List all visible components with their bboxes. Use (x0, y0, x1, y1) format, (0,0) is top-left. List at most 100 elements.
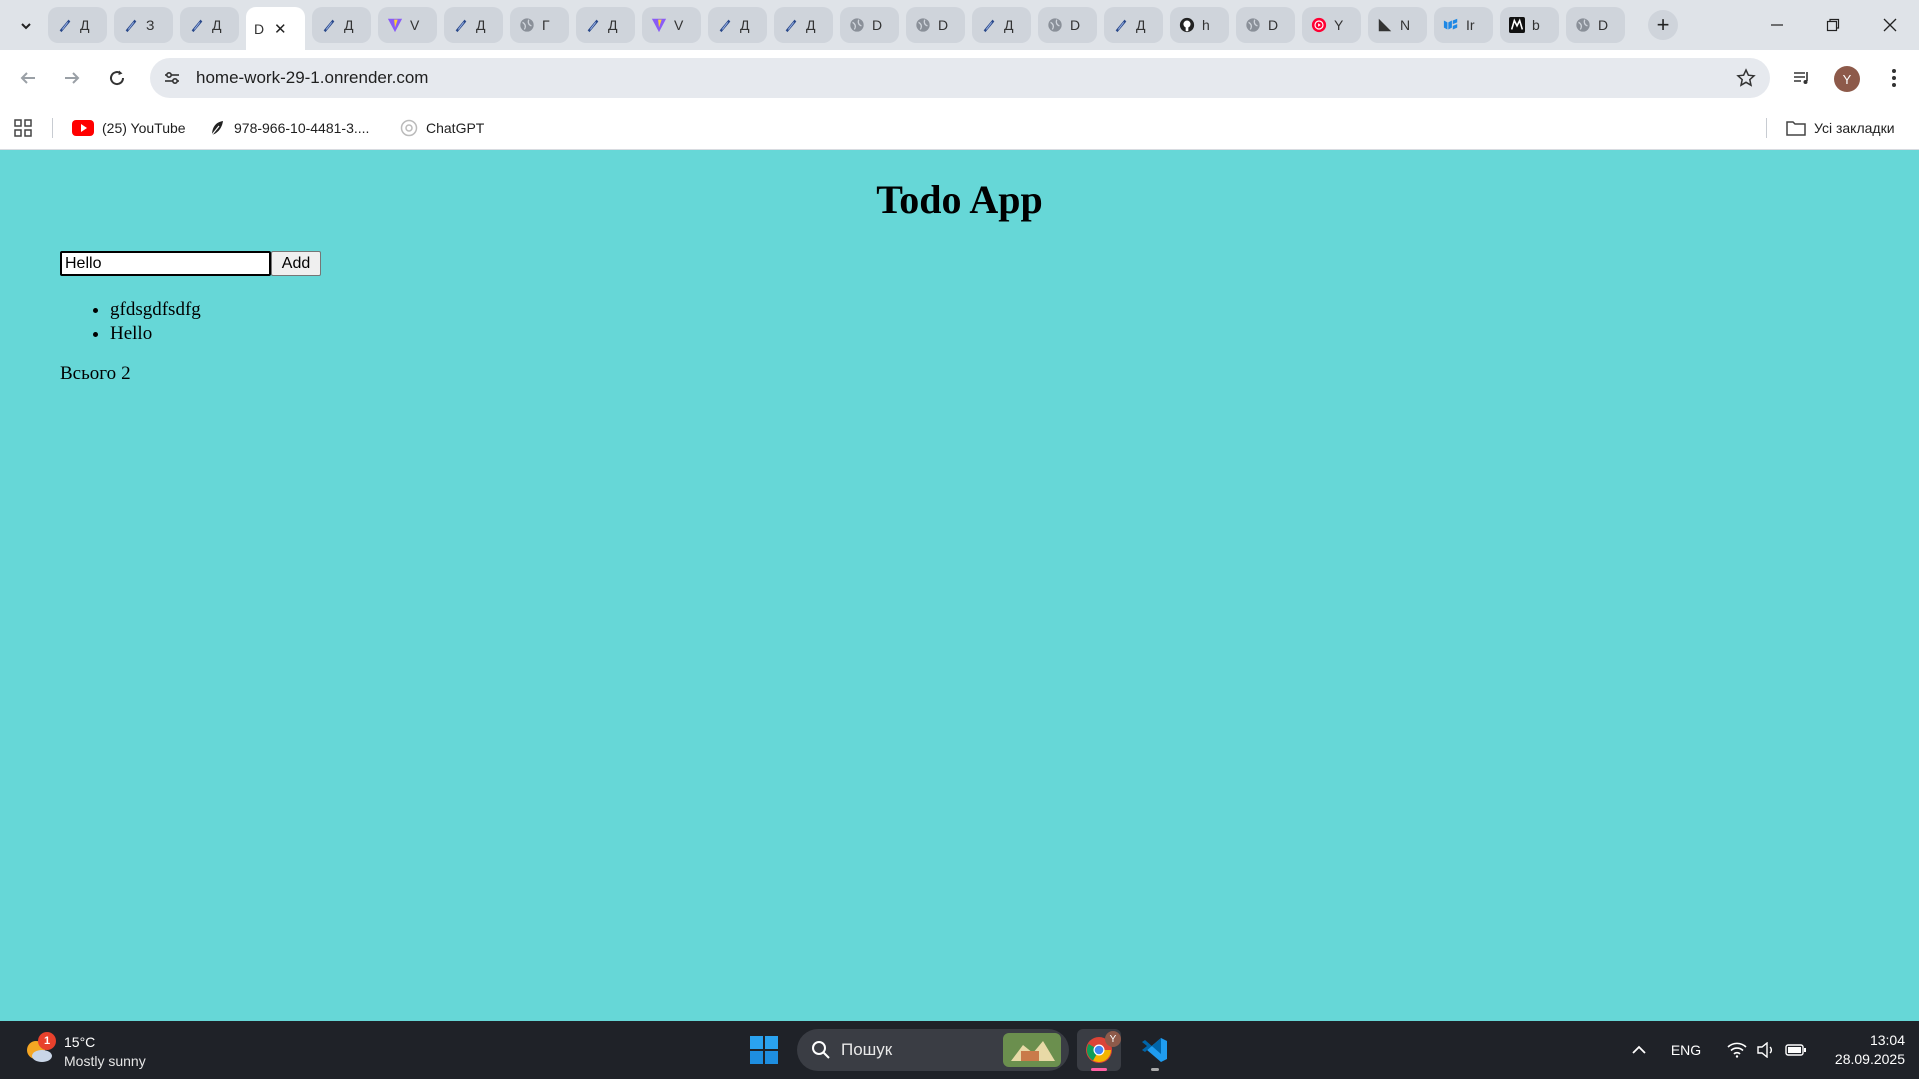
tab-title: Д (344, 17, 354, 33)
vite-icon (386, 16, 404, 34)
system-clock[interactable]: 13:04 28.09.2025 (1815, 1031, 1905, 1069)
restore-button[interactable] (1805, 0, 1861, 50)
close-tab-icon[interactable]: ✕ (274, 20, 287, 38)
browser-tab[interactable]: Д (48, 7, 107, 43)
tab-title: Д (806, 17, 816, 33)
chevron-up-icon (1632, 1045, 1646, 1054)
browser-tab[interactable]: D ✕ (246, 7, 305, 50)
browser-tab[interactable]: D (840, 7, 899, 43)
vscode-icon (1142, 1038, 1167, 1062)
close-icon (1883, 18, 1897, 32)
bookmark-book[interactable]: 978-966-10-4481-3.... (208, 116, 369, 140)
mui-icon (1442, 16, 1460, 34)
browser-tab[interactable]: N (1368, 7, 1427, 43)
tab-title: Д (608, 17, 618, 33)
browser-tab[interactable]: V (378, 7, 437, 43)
bookmark-label: ChatGPT (426, 120, 485, 136)
back-button[interactable] (12, 62, 44, 94)
windows-taskbar: 1 15°C Mostly sunny Пошук Y ENG 13:04 28… (0, 1021, 1919, 1079)
globe-icon (1046, 16, 1064, 34)
feather-icon (716, 16, 734, 34)
bookmark-star-button[interactable] (1734, 66, 1758, 90)
chrome-menu-button[interactable] (1878, 62, 1910, 94)
profile-avatar[interactable]: Y (1834, 66, 1860, 92)
start-button[interactable] (742, 1029, 786, 1071)
tune-icon (165, 71, 179, 85)
bookmark-chatgpt[interactable]: ChatGPT (400, 116, 484, 140)
browser-tab[interactable]: Д (312, 7, 371, 43)
tab-title: Д (1004, 17, 1014, 33)
arrow-right-icon (65, 72, 80, 84)
chevron-down-icon (21, 23, 31, 30)
browser-tab[interactable]: Д (180, 7, 239, 43)
browser-tab[interactable]: Д (576, 7, 635, 43)
browser-tab[interactable]: Д (774, 7, 833, 43)
tab-title: V (410, 17, 420, 33)
all-bookmarks-button[interactable]: Усі закладки (1786, 116, 1895, 140)
taskbar-vscode[interactable] (1133, 1029, 1177, 1071)
browser-tab[interactable]: D (906, 7, 965, 43)
globe-icon (1574, 16, 1592, 34)
browser-tab[interactable]: Д (1104, 7, 1163, 43)
browser-tab[interactable]: Ir (1434, 7, 1493, 43)
tab-title: Д (476, 17, 486, 33)
globe-icon (848, 16, 866, 34)
search-icon (812, 1041, 830, 1059)
feather-icon (584, 16, 602, 34)
browser-tab[interactable]: Д (708, 7, 767, 43)
address-bar[interactable]: home-work-29-1.onrender.com (150, 58, 1770, 98)
tab-title: Д (212, 17, 222, 33)
browser-tab[interactable]: h (1170, 7, 1229, 43)
tab-title: Д (740, 17, 750, 33)
tab-title: b (1532, 17, 1540, 33)
browser-tab[interactable]: V (642, 7, 701, 43)
browser-tab[interactable]: D (1038, 7, 1097, 43)
browser-tab[interactable]: b (1500, 7, 1559, 43)
youtube-icon (72, 120, 94, 136)
feather-icon (188, 16, 206, 34)
page-viewport: Todo App Add gfdsgdfsdfg Hello Всього2 (0, 150, 1919, 1021)
apps-button[interactable] (14, 116, 32, 140)
weather-badge: 1 (38, 1032, 56, 1050)
bookmark-youtube[interactable]: (25) YouTube (72, 116, 186, 140)
bookmark-label: (25) YouTube (102, 120, 186, 136)
bookmarks-bar: (25) YouTube 978-966-10-4481-3.... ChatG… (0, 106, 1919, 150)
new-tab-button[interactable]: + (1648, 10, 1678, 40)
todo-total: Всього 2 (60, 363, 131, 385)
system-tray-status[interactable] (1722, 1035, 1812, 1065)
browser-tab[interactable]: Д (444, 7, 503, 43)
tab-title: h (1202, 17, 1210, 33)
browser-tab[interactable]: D (1236, 7, 1295, 43)
reload-button[interactable] (101, 62, 133, 94)
todo-input[interactable] (60, 251, 271, 276)
weather-condition: Mostly sunny (64, 1053, 146, 1069)
site-info-button[interactable] (158, 64, 186, 92)
total-count: 2 (121, 363, 131, 384)
feather-icon (980, 16, 998, 34)
total-label: Всього (60, 363, 117, 384)
tab-title: D (1070, 17, 1081, 33)
search-highlight-icon (1003, 1033, 1061, 1067)
browser-tab[interactable]: Y (1302, 7, 1361, 43)
browser-tab[interactable]: Г (510, 7, 569, 43)
browser-tab[interactable]: D (1566, 7, 1625, 43)
minimize-button[interactable] (1749, 0, 1805, 50)
language-indicator[interactable]: ENG (1664, 1035, 1708, 1065)
url-text[interactable]: home-work-29-1.onrender.com (196, 68, 428, 88)
show-hidden-icons-button[interactable] (1626, 1035, 1652, 1065)
m-logo-icon (1508, 16, 1526, 34)
youtube-music-icon (1310, 16, 1328, 34)
add-button[interactable]: Add (271, 251, 321, 276)
taskbar-search[interactable]: Пошук (797, 1029, 1069, 1071)
taskbar-chrome[interactable]: Y (1077, 1029, 1121, 1071)
forward-button[interactable] (56, 62, 88, 94)
browser-tab[interactable]: З (114, 7, 173, 43)
tab-title: Д (1136, 17, 1146, 33)
close-window-button[interactable] (1862, 0, 1918, 50)
weather-widget[interactable]: 1 15°C Mostly sunny (24, 1028, 184, 1072)
browser-tab[interactable]: Д (972, 7, 1031, 43)
vite-icon (650, 16, 668, 34)
tab-search-button[interactable] (12, 12, 40, 40)
media-controls-button[interactable] (1786, 62, 1818, 94)
tab-title: D (1268, 17, 1279, 33)
